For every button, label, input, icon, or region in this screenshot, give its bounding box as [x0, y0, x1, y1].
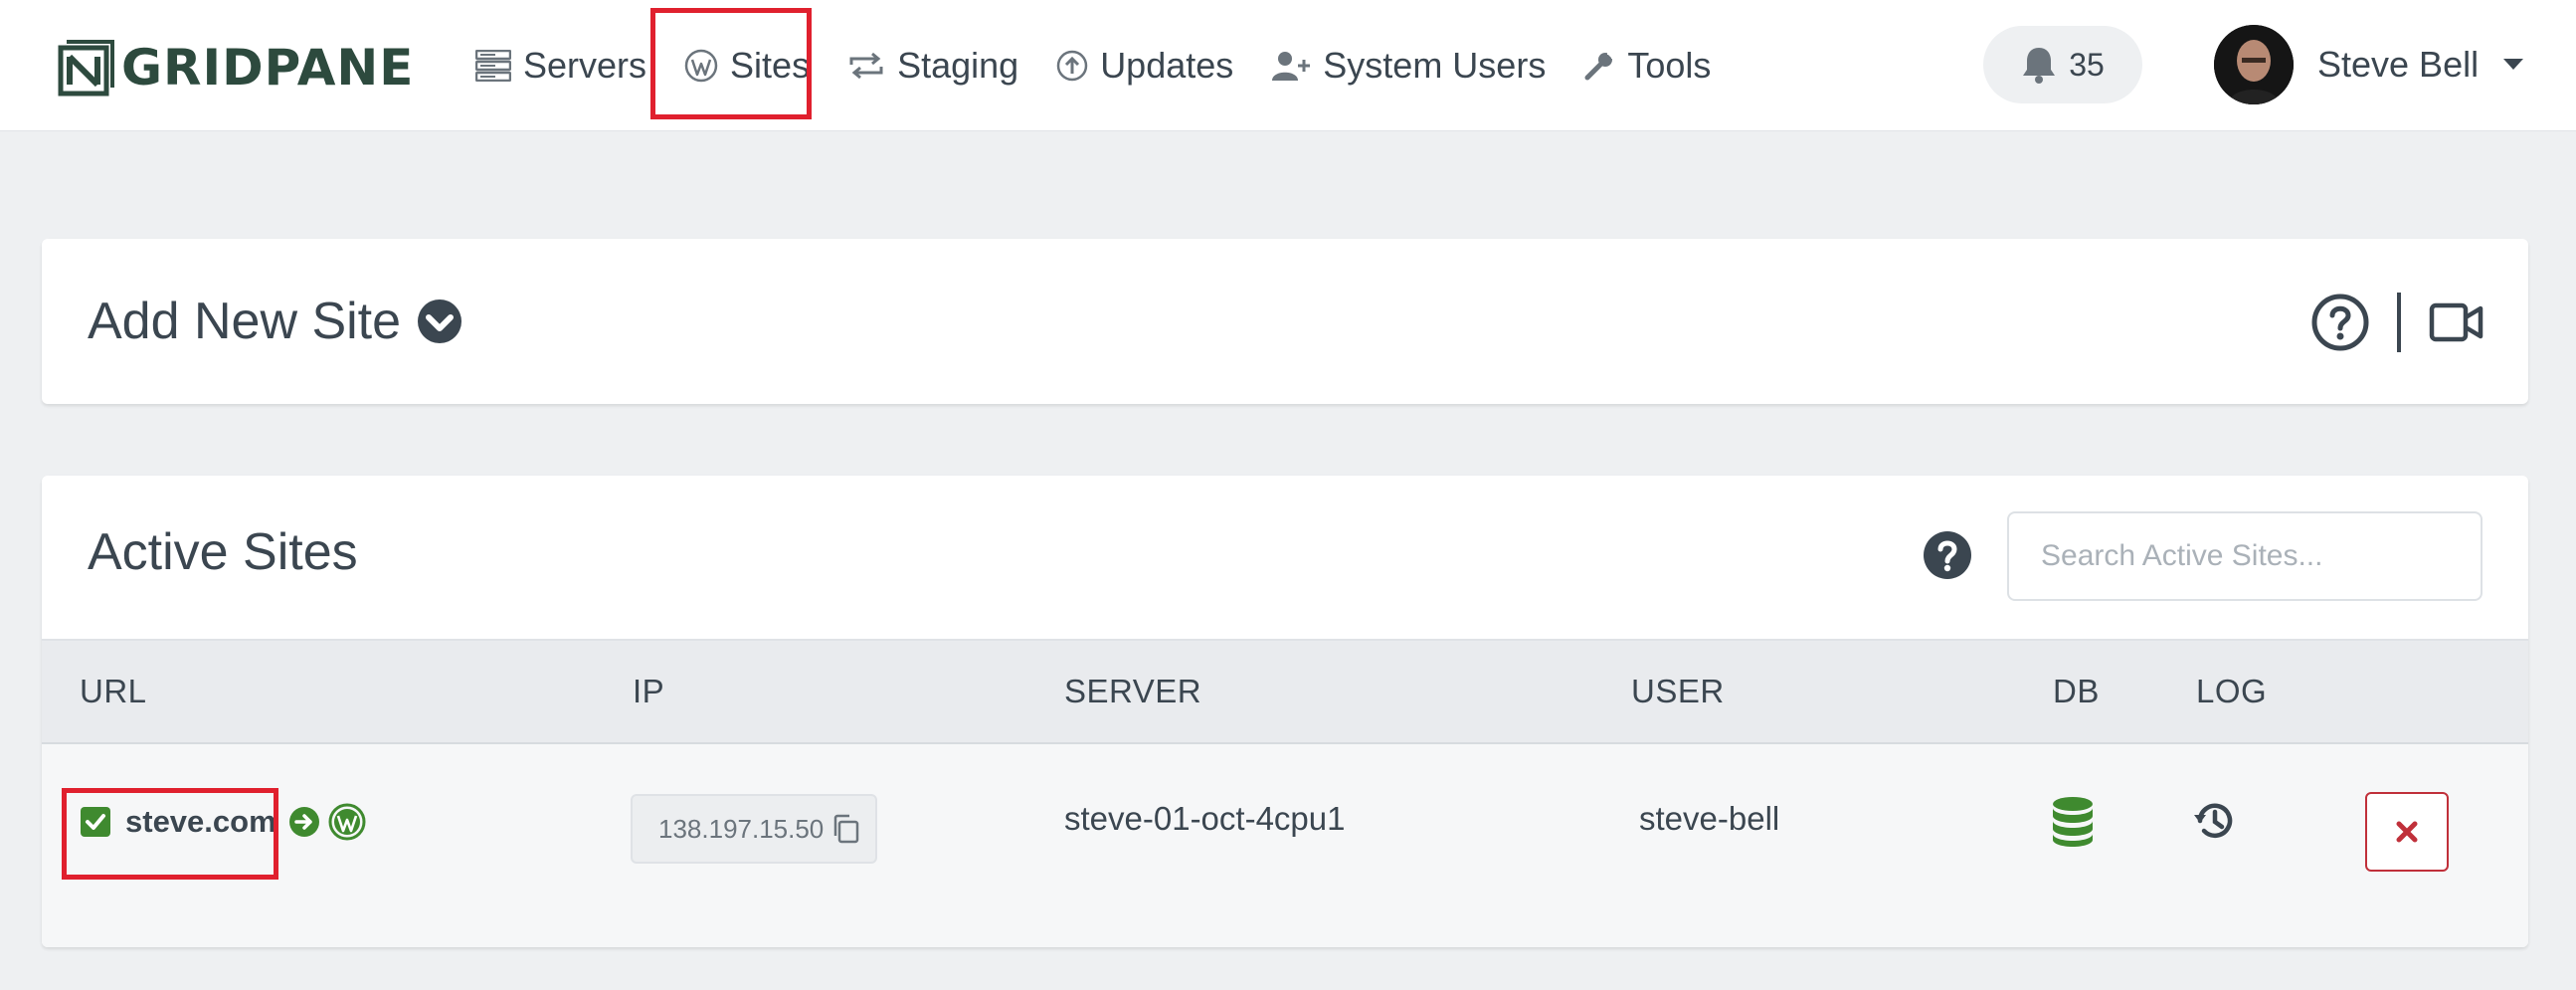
- user-plus-icon: [1271, 50, 1311, 82]
- arrow-circle-right-icon[interactable]: [288, 806, 320, 838]
- tools-divider: [2397, 293, 2401, 352]
- help-icon[interactable]: [2311, 294, 2369, 351]
- updates-icon: [1056, 50, 1088, 82]
- nav-tools[interactable]: Tools: [1583, 36, 1711, 96]
- column-db: DB: [2053, 673, 2100, 709]
- nav-system-users-label: System Users: [1323, 45, 1547, 86]
- column-server[interactable]: SERVER: [1064, 641, 1201, 742]
- table-row: steve.com 138.197.15.50 steve-01-oct-4cp…: [42, 744, 2528, 947]
- ip-copy-chip[interactable]: 138.197.15.50: [631, 794, 877, 864]
- nav-system-users[interactable]: System Users: [1271, 36, 1546, 96]
- nav-tools-label: Tools: [1627, 45, 1712, 86]
- staging-icon: [847, 51, 885, 81]
- column-ip[interactable]: IP: [633, 641, 664, 742]
- question-circle-icon[interactable]: [1924, 531, 1971, 579]
- column-user[interactable]: USER: [1631, 641, 1725, 742]
- wordpress-icon: [684, 49, 718, 83]
- gridpane-logo[interactable]: GRIDPANE: [58, 38, 414, 98]
- search-active-sites-input[interactable]: [2007, 511, 2483, 601]
- checkbox-checked-icon[interactable]: [80, 806, 111, 838]
- top-navbar: GRIDPANE Servers Sites Staging Updates S…: [0, 0, 2576, 131]
- active-sites-title: Active Sites: [88, 523, 358, 581]
- nav-sites-label: Sites: [730, 45, 811, 86]
- system-user-name[interactable]: steve-bell: [1639, 800, 1779, 838]
- database-icon[interactable]: [2051, 796, 2095, 848]
- brand-name: GRIDPANE: [121, 39, 415, 97]
- add-site-tools: [2311, 289, 2484, 356]
- wordpress-admin-icon[interactable]: [328, 803, 366, 841]
- delete-site-button[interactable]: [2365, 792, 2449, 872]
- server-name[interactable]: steve-01-oct-4cpu1: [1064, 800, 1345, 838]
- bell-icon: [2021, 46, 2057, 84]
- ip-address: 138.197.15.50: [658, 813, 825, 844]
- gridpane-logo-icon: [58, 40, 114, 97]
- main-nav: Servers Sites Staging Updates System Use…: [475, 0, 1748, 131]
- column-log: LOG: [2196, 673, 2268, 709]
- chevron-down-icon: [2502, 58, 2524, 72]
- notification-count: 35: [2069, 46, 2105, 83]
- nav-updates[interactable]: Updates: [1056, 36, 1233, 96]
- nav-servers[interactable]: Servers: [475, 36, 646, 96]
- wrench-icon: [1583, 50, 1615, 82]
- site-url-actions: [288, 803, 374, 841]
- add-new-site-title: Add New Site: [88, 293, 402, 350]
- nav-staging-label: Staging: [897, 45, 1019, 86]
- servers-icon: [475, 50, 511, 82]
- nav-servers-label: Servers: [523, 45, 647, 86]
- site-url-link[interactable]: steve.com: [125, 804, 276, 840]
- nav-sites[interactable]: Sites: [684, 36, 810, 96]
- notifications-button[interactable]: 35: [1983, 26, 2142, 103]
- nav-updates-label: Updates: [1100, 45, 1234, 86]
- column-url[interactable]: URL: [80, 641, 147, 742]
- site-url-cell: steve.com: [80, 792, 374, 852]
- add-new-site-card: Add New Site: [42, 239, 2528, 404]
- copy-icon[interactable]: [831, 814, 859, 844]
- user-name: Steve Bell: [2317, 44, 2480, 85]
- user-menu[interactable]: Steve Bell: [2214, 24, 2524, 105]
- table-header: URL IP SERVER USER DB LOG: [42, 639, 2528, 744]
- close-icon: [2395, 820, 2419, 844]
- history-icon[interactable]: [2192, 798, 2238, 844]
- avatar: [2214, 25, 2294, 104]
- nav-staging[interactable]: Staging: [847, 36, 1018, 96]
- active-sites-card: Active Sites URL IP SERVER USER DB LOG s…: [42, 476, 2528, 947]
- add-new-site-toggle[interactable]: Add New Site: [88, 289, 462, 354]
- chevron-circle-down-icon: [417, 298, 462, 344]
- video-camera-icon[interactable]: [2429, 301, 2484, 343]
